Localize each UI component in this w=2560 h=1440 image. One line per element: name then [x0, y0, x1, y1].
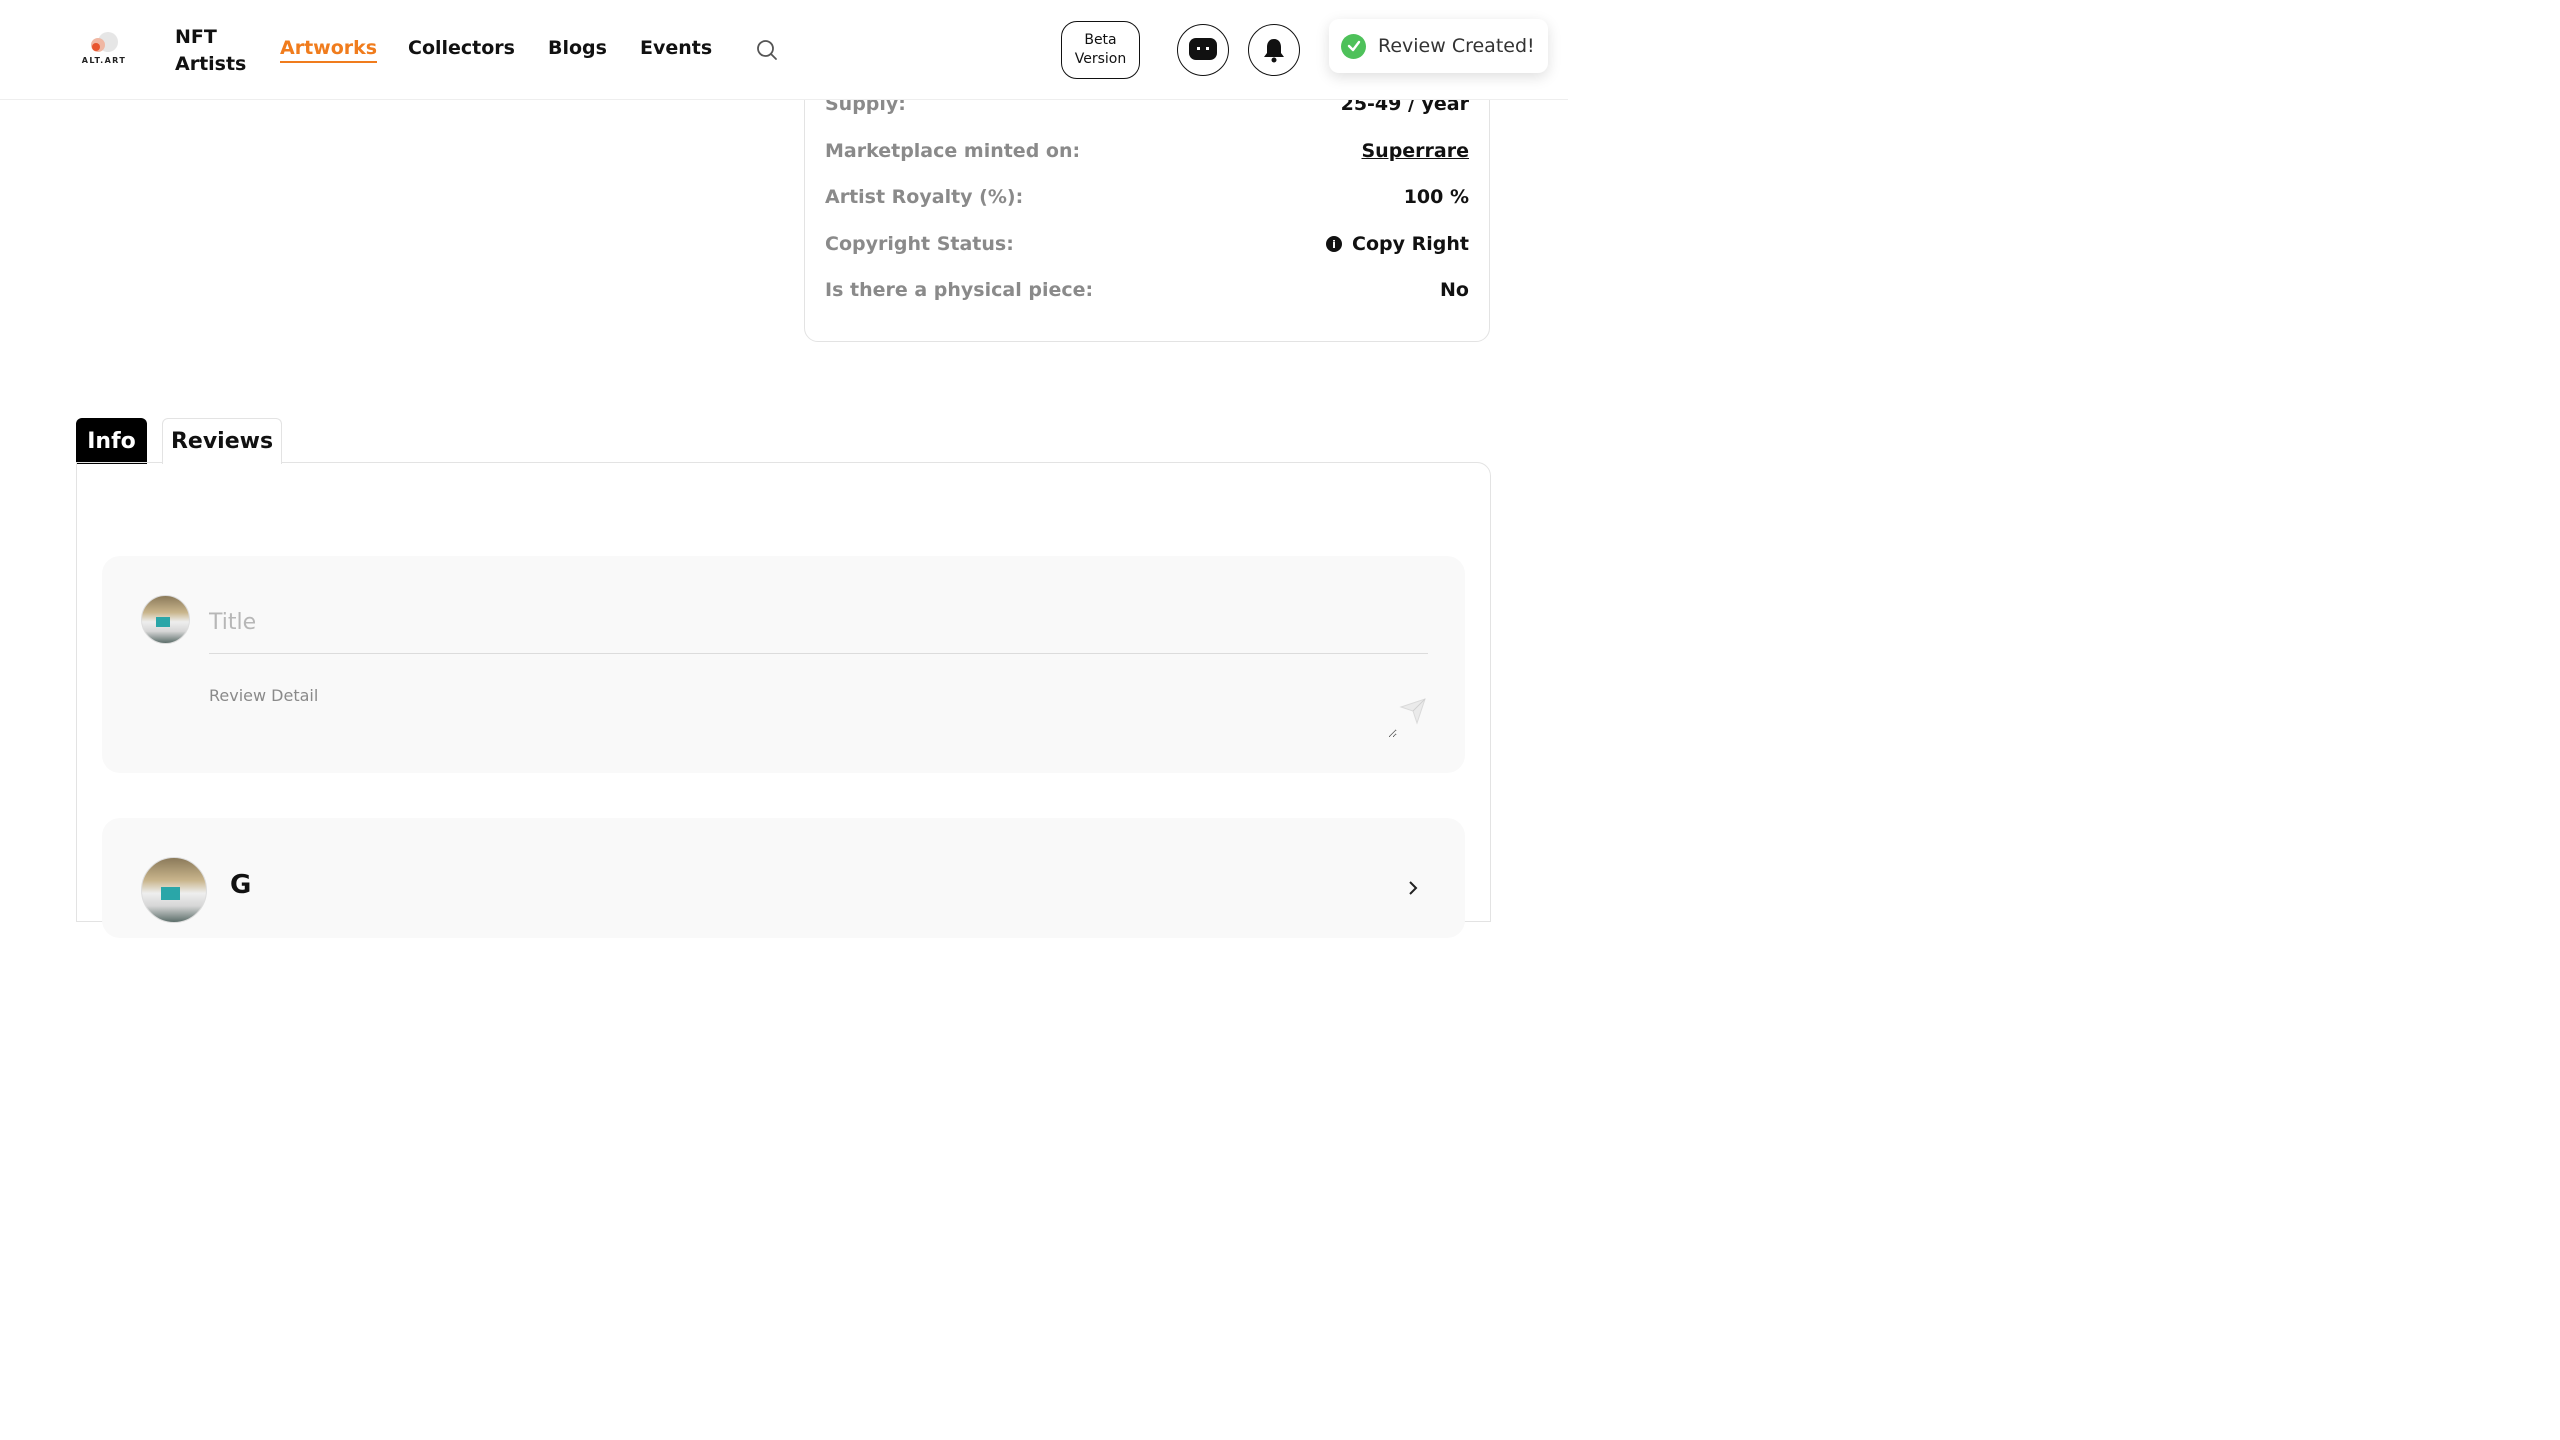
reviewer-name: G	[230, 870, 252, 900]
bell-icon	[1264, 39, 1284, 63]
detail-row-physical: Is there a physical piece: No	[825, 275, 1469, 305]
info-icon[interactable]: i	[1326, 236, 1343, 252]
avatar	[141, 857, 207, 923]
logo-text: ALT.ART	[81, 56, 127, 65]
altart-logo[interactable]: ALT.ART	[80, 30, 128, 70]
detail-row-marketplace: Marketplace minted on: Superrare	[825, 136, 1469, 166]
nav-artworks[interactable]: Artworks	[280, 37, 378, 63]
tab-reviews[interactable]: Reviews	[162, 418, 282, 464]
review-form	[102, 556, 1465, 773]
nav-blogs[interactable]: Blogs	[548, 37, 607, 59]
royalty-label: Artist Royalty (%):	[825, 186, 1024, 208]
review-detail-input[interactable]	[209, 684, 1397, 738]
nav-events[interactable]: Events	[640, 37, 712, 59]
beta-line1: Beta	[1084, 32, 1117, 48]
search-icon[interactable]	[755, 38, 779, 62]
success-toast: Review Created!	[1329, 19, 1548, 73]
avatar	[141, 595, 190, 644]
chat-icon	[1189, 38, 1217, 60]
notifications-button[interactable]	[1248, 24, 1300, 76]
beta-line2: Version	[1074, 51, 1127, 67]
beta-version-button[interactable]: Beta Version	[1061, 21, 1140, 79]
physical-label: Is there a physical piece:	[825, 279, 1094, 301]
detail-row-copyright: Copyright Status: i Copy Right	[825, 229, 1469, 259]
logo-circle	[92, 43, 100, 51]
nav-collectors[interactable]: Collectors	[408, 37, 515, 59]
chevron-icon[interactable]	[1404, 878, 1424, 898]
copyright-value: Copy Right	[1352, 233, 1469, 255]
avatar-screen	[156, 617, 171, 627]
chat-button[interactable]	[1177, 24, 1229, 76]
toast-message: Review Created!	[1378, 35, 1535, 57]
review-title-input[interactable]	[209, 592, 1428, 654]
marketplace-link[interactable]: Superrare	[1361, 140, 1469, 162]
copyright-value-wrap: i Copy Right	[1326, 233, 1469, 255]
check-icon	[1341, 33, 1366, 59]
physical-value: No	[1440, 279, 1469, 301]
marketplace-label: Marketplace minted on:	[825, 140, 1081, 162]
avatar-screen	[161, 886, 181, 900]
royalty-value: 100 %	[1403, 186, 1469, 208]
nav-nft-artists[interactable]: NFT Artists	[175, 24, 255, 78]
send-icon[interactable]	[1398, 696, 1428, 726]
copyright-label: Copyright Status:	[825, 233, 1014, 255]
review-card: G	[102, 818, 1465, 938]
detail-row-royalty: Artist Royalty (%): 100 %	[825, 182, 1469, 212]
tab-info[interactable]: Info	[76, 418, 147, 464]
